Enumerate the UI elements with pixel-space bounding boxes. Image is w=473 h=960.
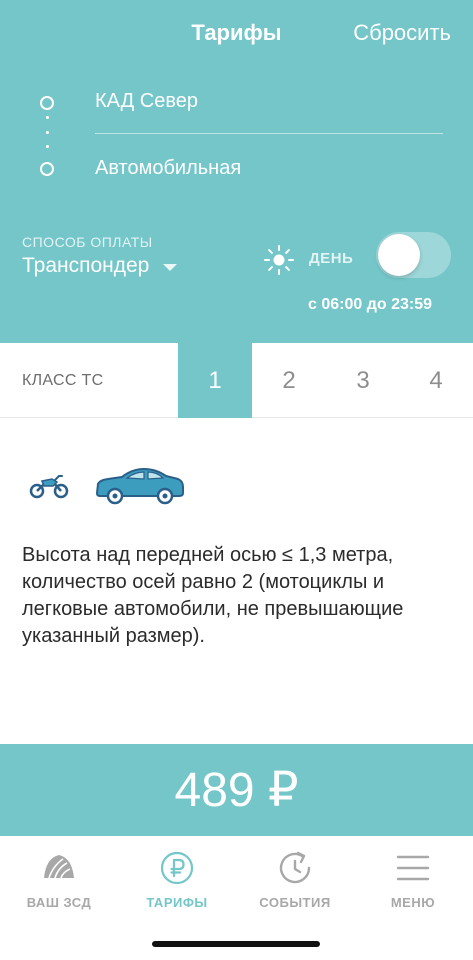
vehicle-class-bar: КЛАСС ТС 1 2 3 4 xyxy=(0,343,473,418)
route-connector xyxy=(45,116,49,148)
class-tab-1[interactable]: 1 xyxy=(178,343,252,418)
time-range-text: с 06:00 до 23:59 xyxy=(307,296,432,313)
tab-label: МЕНЮ xyxy=(390,895,436,910)
day-mode-label: ДЕНЬ xyxy=(309,250,354,267)
tab-your-zsd[interactable]: ВАШ ЗСД xyxy=(0,850,118,910)
tab-label: СОБЫТИЯ xyxy=(259,895,331,910)
menu-icon xyxy=(396,855,430,881)
vehicle-class-description: Высота над передней осью ≤ 1,3 метра, ко… xyxy=(22,544,404,647)
home-indicator[interactable] xyxy=(152,941,320,947)
sun-icon xyxy=(264,245,294,275)
toggle-knob xyxy=(378,234,420,276)
price-bar: 489 ₽ xyxy=(0,744,473,836)
logo-icon xyxy=(44,855,74,879)
tab-label: ТАРИФЫ xyxy=(146,895,208,910)
tab-menu[interactable]: МЕНЮ xyxy=(354,850,472,910)
class-tab-2[interactable]: 2 xyxy=(252,343,326,418)
motorcycle-icon xyxy=(29,475,69,499)
tab-label: ВАШ ЗСД xyxy=(26,895,92,910)
payment-method-label: СПОСОБ ОПЛАТЫ xyxy=(22,234,153,250)
payment-method-select[interactable]: Транспондер xyxy=(22,254,178,278)
route-divider xyxy=(95,133,443,134)
vehicle-class-label: КЛАСС ТС xyxy=(22,372,104,389)
class-tab-3[interactable]: 3 xyxy=(326,343,400,418)
route-start-marker-icon xyxy=(40,96,54,110)
history-icon xyxy=(279,851,311,884)
ruble-icon xyxy=(160,851,194,885)
route-end-marker-icon xyxy=(40,162,54,176)
car-icon xyxy=(95,467,184,505)
vehicle-icons xyxy=(28,466,186,506)
route-from-field[interactable]: КАД Север xyxy=(95,90,198,113)
day-mode-toggle[interactable] xyxy=(376,232,451,278)
dropdown-caret-icon xyxy=(163,263,178,271)
price-value: 489 ₽ xyxy=(174,764,299,817)
tab-events[interactable]: СОБЫТИЯ xyxy=(236,850,354,910)
class-tab-4[interactable]: 4 xyxy=(399,343,473,418)
route-to-field[interactable]: Автомобильная xyxy=(95,157,241,180)
payment-method-value: Транспондер xyxy=(22,254,150,277)
reset-button[interactable]: Сбросить xyxy=(353,20,451,46)
tariff-header: Тарифы Сбросить КАД Север Автомобильная … xyxy=(0,0,473,343)
tab-tariffs[interactable]: ТАРИФЫ xyxy=(118,850,236,910)
